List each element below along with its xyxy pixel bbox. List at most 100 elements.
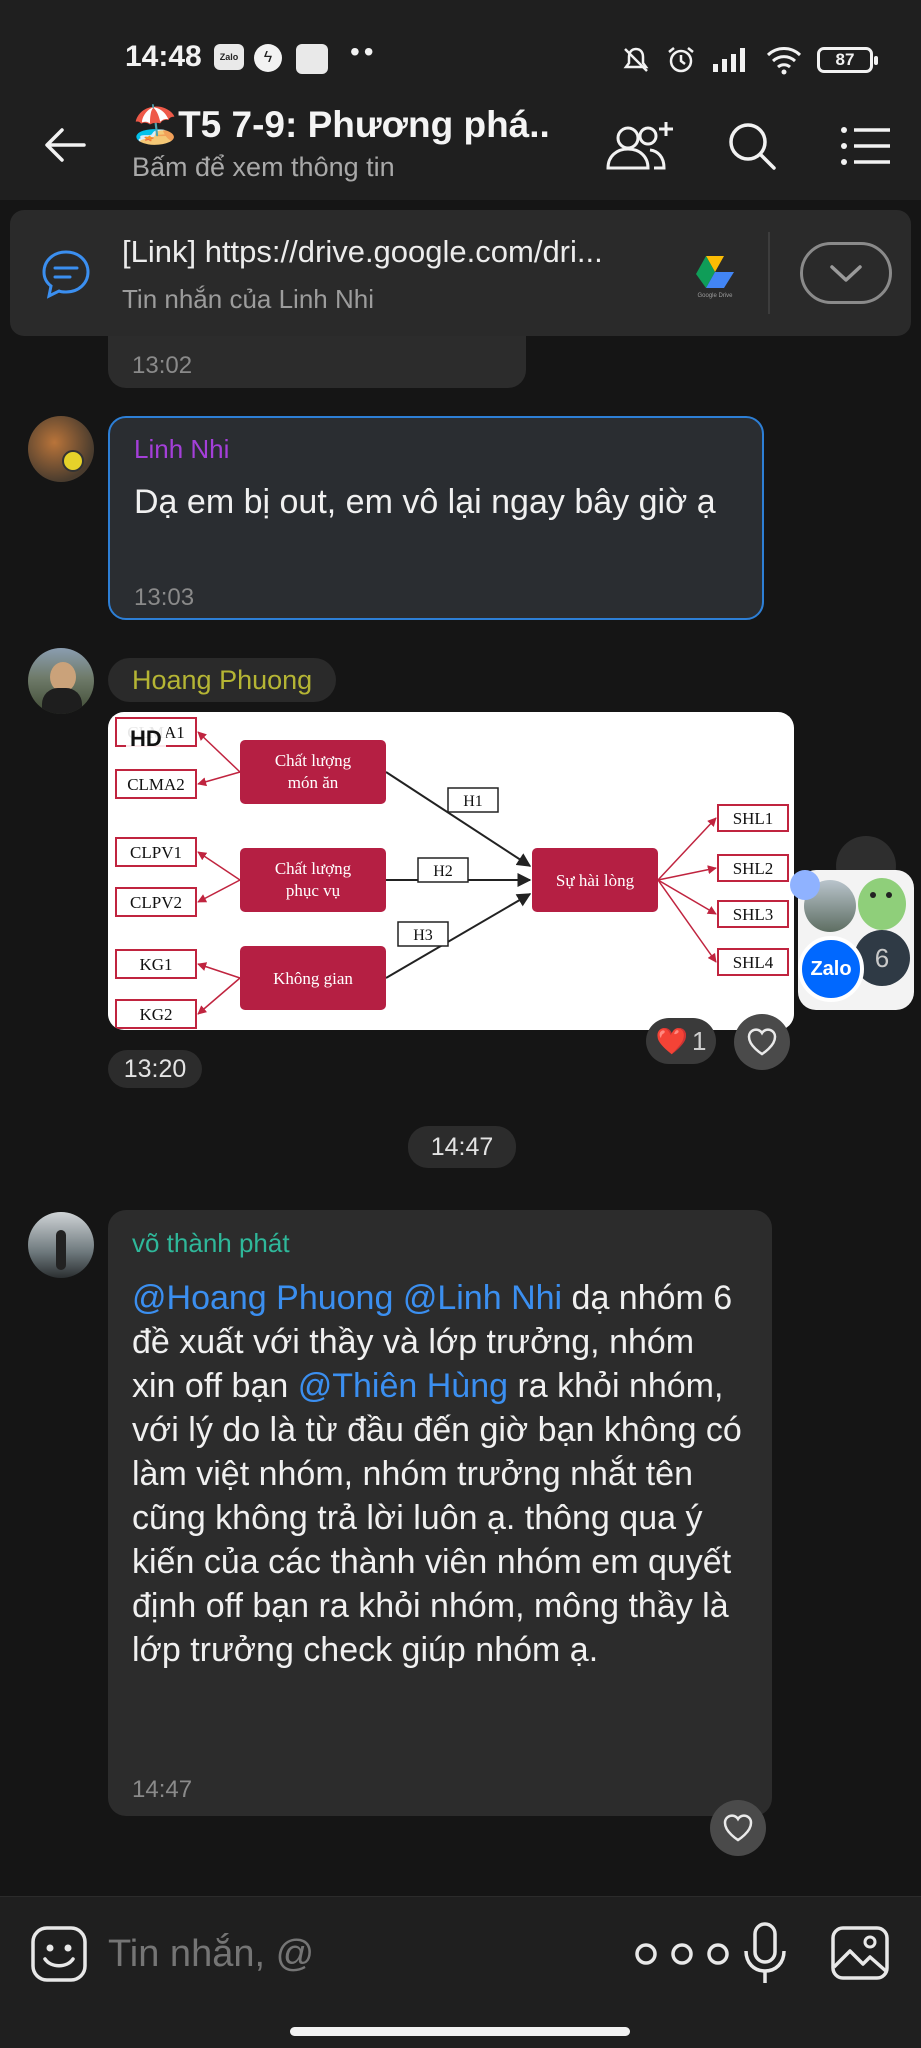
float-indicator-dot xyxy=(790,870,820,900)
chat-screen: 14:48 Zalo ϟ •• 87 🏖️T5 7-9: Phương phá.… xyxy=(0,0,921,2048)
indicator-label: KG1 xyxy=(139,955,172,974)
message-time-pill: 13:20 xyxy=(108,1050,202,1088)
indicator-label: CLPV2 xyxy=(130,893,182,912)
zalo-icon: Zalo xyxy=(214,44,244,70)
status-bar: 14:48 Zalo ϟ •• 87 xyxy=(0,0,921,90)
status-right: 87 xyxy=(621,44,878,76)
construct-label: Chất lượng xyxy=(275,751,352,770)
message-bubble-linh-nhi[interactable]: Linh Nhi Dạ em bị out, em vô lại ngay bâ… xyxy=(108,416,764,620)
hypothesis-label: H3 xyxy=(413,927,433,944)
construct-boxes: Chất lượng món ăn Chất lượng phục vụ Không g… xyxy=(240,740,386,1010)
back-arrow-icon[interactable] xyxy=(40,120,90,170)
message-text: @Hoang Phuong @Linh Nhi dạ nhóm 6 đề xuấ… xyxy=(132,1276,744,1672)
indicator-arrow xyxy=(657,879,717,915)
message-input[interactable] xyxy=(108,1925,588,1983)
group-name: T5 7-9: Phương phá... xyxy=(178,104,552,145)
indicator-arrow xyxy=(197,851,241,881)
messenger-icon: ϟ xyxy=(254,44,282,72)
indicator-arrow xyxy=(657,879,717,963)
message-bubble-vo-thanh-phat[interactable]: võ thành phát @Hoang Phuong @Linh Nhi dạ… xyxy=(108,1210,772,1816)
chat-header: 🏖️T5 7-9: Phương phá... Bấm để xem thông… xyxy=(0,90,921,200)
menu-list-icon[interactable] xyxy=(838,118,894,174)
construct-label: Chất lượng xyxy=(275,859,352,878)
outcome-label: Sự hài lòng xyxy=(556,871,635,890)
message-composer xyxy=(0,1896,921,2048)
hypothesis-label: H2 xyxy=(433,863,453,880)
message-image-diagram[interactable]: CLMA1CLMA2CLPV1CLPV2KG1KG2 Chất lượngmón… xyxy=(108,712,794,1030)
more-options-icon[interactable] xyxy=(632,1929,732,1979)
indicator-arrow xyxy=(197,977,241,1015)
heart-reaction-icon: ❤️ xyxy=(655,1025,688,1056)
pinned-subtitle: Tin nhắn của Linh Nhi xyxy=(122,284,374,314)
heart-outline-icon xyxy=(747,1028,777,1056)
outcome-box: Sự hài lòng xyxy=(532,848,658,912)
indicator-label: SHL1 xyxy=(733,809,774,828)
indicator-arrow xyxy=(197,962,241,979)
avatar-hoang-phuong[interactable] xyxy=(28,648,94,714)
indicator-arrow xyxy=(197,771,241,787)
like-button[interactable] xyxy=(734,1014,790,1070)
indicator-arrow xyxy=(197,731,241,773)
research-model-diagram: CLMA1CLMA2CLPV1CLPV2KG1KG2 Chất lượngmón… xyxy=(115,717,789,1029)
zalo-logo-icon: Zalo xyxy=(798,936,864,1002)
indicator-boxes-right: SHL1 SHL2 SHL3 SHL4 xyxy=(717,804,789,976)
google-drive-icon: Google Drive xyxy=(688,254,742,299)
message-time: 13:03 xyxy=(134,584,195,611)
hypothesis-arrow xyxy=(385,771,532,867)
indicator-arrow xyxy=(197,879,241,903)
alarm-icon xyxy=(668,47,694,73)
mention[interactable]: @Linh Nhi xyxy=(403,1279,562,1317)
sender-name: võ thành phát xyxy=(132,1228,290,1258)
like-button[interactable] xyxy=(710,1800,766,1856)
construct-box xyxy=(240,848,386,912)
add-member-icon[interactable] xyxy=(600,118,676,174)
microphone-icon[interactable] xyxy=(740,1921,790,1987)
mention[interactable]: @Hoang Phuong xyxy=(132,1279,393,1317)
reaction-summary[interactable]: ❤️ 1 xyxy=(646,1018,716,1064)
reaction-count: 1 xyxy=(691,1025,707,1056)
search-icon[interactable] xyxy=(724,118,780,174)
floating-chat-heads[interactable]: 6 Zalo xyxy=(790,836,916,1010)
group-subtitle[interactable]: Bấm để xem thông tin xyxy=(132,152,395,183)
more-notifications-icon: •• xyxy=(350,36,378,67)
message-time: 14:47 xyxy=(132,1776,193,1803)
chevron-down-icon xyxy=(830,265,862,282)
hypothesis-label: H1 xyxy=(463,793,483,810)
pinned-message-bar[interactable]: [Link] https://drive.google.com/dri... T… xyxy=(10,210,911,336)
message-text-part: ra khỏi nhóm, với lý do là từ đầu đến gi… xyxy=(132,1367,742,1669)
group-emoji: 🏖️ xyxy=(132,104,179,145)
battery-indicator: 87 xyxy=(817,47,878,73)
sender-name: Hoang Phuong xyxy=(132,664,313,695)
expand-pinned-button[interactable] xyxy=(800,242,892,304)
indicator-boxes-left: CLMA1CLMA2CLPV1CLPV2KG1KG2 xyxy=(115,717,197,1029)
mention[interactable]: @Thiên Hùng xyxy=(298,1367,508,1405)
app-icon xyxy=(296,44,328,74)
message-text: Dạ em bị out, em vô lại ngay bây giờ ạ xyxy=(134,483,716,521)
avatar-vo-thanh-phat[interactable] xyxy=(28,1212,94,1278)
group-title[interactable]: 🏖️T5 7-9: Phương phá... xyxy=(132,104,552,147)
indicator-label: SHL4 xyxy=(733,953,774,972)
indicator-label: CLMA2 xyxy=(127,775,185,794)
chat-bubble-icon xyxy=(42,250,90,299)
indicator-label: SHL3 xyxy=(733,905,774,924)
avatar-linh-nhi[interactable] xyxy=(28,416,94,482)
pinned-title: [Link] https://drive.google.com/dri... xyxy=(122,234,603,269)
construct-label: món ăn xyxy=(288,773,339,792)
indicator-arrow xyxy=(657,817,717,881)
image-gallery-icon[interactable] xyxy=(830,1925,890,1981)
sender-name: Linh Nhi xyxy=(134,434,230,464)
indicator-label: KG2 xyxy=(139,1005,172,1024)
home-indicator[interactable] xyxy=(290,2027,630,2036)
construct-label: phục vụ xyxy=(286,881,341,900)
time-separator: 14:47 xyxy=(408,1126,516,1168)
divider xyxy=(768,232,770,314)
hd-badge: HD xyxy=(126,726,166,752)
wifi-icon xyxy=(766,47,802,75)
status-time: 14:48 xyxy=(125,40,202,73)
message-time: 13:02 xyxy=(132,352,193,379)
sender-tag: Hoang Phuong xyxy=(108,658,337,702)
emoji-sticker-icon[interactable] xyxy=(30,1925,88,1983)
construct-label: Không gian xyxy=(273,969,353,988)
indicator-label: CLPV1 xyxy=(130,843,182,862)
construct-box xyxy=(240,740,386,804)
